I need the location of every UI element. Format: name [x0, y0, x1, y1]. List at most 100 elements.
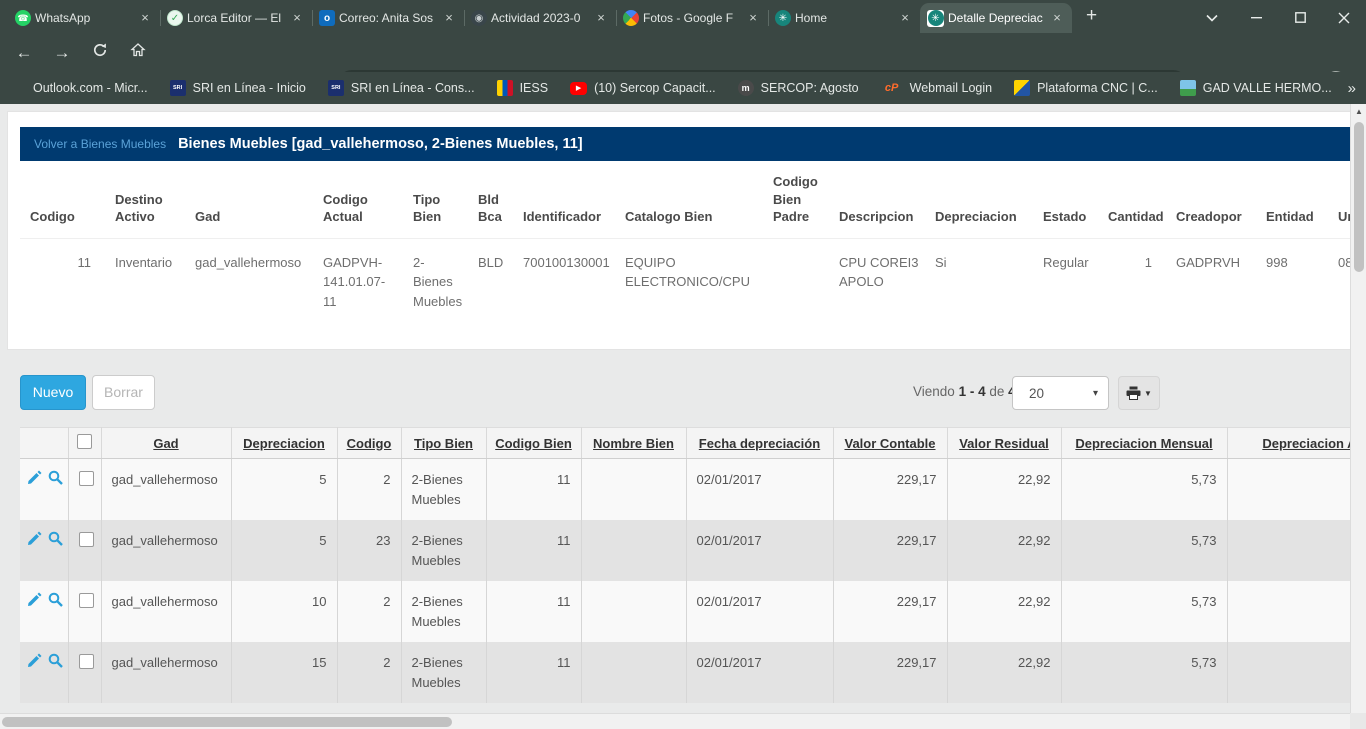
sort-link[interactable]: Valor Contable: [844, 436, 935, 451]
grid-row: gad_vallehermoso5232-Bienes Muebles1102/…: [20, 520, 1350, 581]
grid-cell: 11: [486, 459, 581, 521]
sort-link[interactable]: Depreciacion: [243, 436, 325, 451]
tab-label: Fotos - Google F: [643, 11, 741, 25]
row-checkbox[interactable]: [79, 593, 94, 608]
view-magnifier-icon[interactable]: [48, 592, 63, 607]
bookmark-sri-en-l-nea-cons-[interactable]: SRISRI en Línea - Cons...: [328, 80, 475, 96]
bookmark-webmail-login[interactable]: cPWebmail Login: [881, 80, 992, 96]
vertical-scrollbar[interactable]: ▲: [1350, 104, 1366, 713]
viewing-of: de: [989, 384, 1004, 399]
tab-actividad-2023-0[interactable]: ◉Actividad 2023-0×: [464, 3, 616, 33]
sort-link[interactable]: Depreciacion Mensual: [1075, 436, 1212, 451]
grid-cell: 5: [231, 459, 337, 521]
bookmark-plataforma-cnc-c-[interactable]: Plataforma CNC | C...: [1014, 80, 1158, 96]
tab-home[interactable]: ✳Home×: [768, 3, 920, 33]
master-column-header: Entidad: [1256, 165, 1328, 238]
horizontal-scrollbar-thumb[interactable]: [2, 717, 452, 727]
print-dropdown-button[interactable]: ▼: [1118, 376, 1160, 410]
tab-lorca-editor-el[interactable]: ✓Lorca Editor — El×: [160, 3, 312, 33]
select-all-checkbox[interactable]: [77, 434, 92, 449]
tab-close-icon[interactable]: ×: [137, 10, 153, 26]
grid-cell: 2: [337, 459, 401, 521]
grid-column-header: Depreciacion: [231, 428, 337, 459]
grid-cell: 11: [486, 581, 581, 642]
grid-cell: 02/01/2017: [686, 520, 833, 581]
back-to-bienes-muebles-link[interactable]: Volver a Bienes Muebles: [34, 137, 166, 151]
minimize-button[interactable]: [1234, 9, 1278, 24]
edit-pencil-icon[interactable]: [27, 470, 42, 485]
forward-button[interactable]: →: [50, 41, 74, 65]
tab-detalle-depreciac[interactable]: ✳Detalle Depreciac×: [920, 3, 1072, 33]
tab-search-chevron-icon[interactable]: [1190, 9, 1234, 24]
sort-link[interactable]: Nombre Bien: [593, 436, 674, 451]
vertical-scrollbar-thumb[interactable]: [1354, 122, 1364, 272]
tab-close-icon[interactable]: ×: [1049, 10, 1065, 26]
master-column-header: Estado: [1033, 165, 1098, 238]
bookmark--10-sercop-capacit-[interactable]: ▶(10) Sercop Capacit...: [570, 81, 716, 95]
bookmark-iess[interactable]: IESS: [497, 80, 549, 96]
tab-correo-anita-sos[interactable]: oCorreo: Anita Sos×: [312, 3, 464, 33]
grid-cell: 15: [231, 642, 337, 703]
grid-cell: 2: [337, 581, 401, 642]
tab-close-icon[interactable]: ×: [441, 10, 457, 26]
bookmark-sri-en-l-nea-inicio[interactable]: SRISRI en Línea - Inicio: [170, 80, 306, 96]
tab-whatsapp[interactable]: ☎WhatsApp×: [8, 3, 160, 33]
tab-close-icon[interactable]: ×: [745, 10, 761, 26]
tab-label: WhatsApp: [35, 11, 133, 25]
page-title: Bienes Muebles [gad_vallehermoso, 2-Bien…: [178, 136, 583, 152]
sort-link[interactable]: Depreciacion Acu: [1262, 436, 1350, 451]
master-column-header: Creadopor: [1166, 165, 1256, 238]
edit-pencil-icon[interactable]: [27, 653, 42, 668]
edit-pencil-icon[interactable]: [27, 531, 42, 546]
page-size-select[interactable]: 20 ▾: [1012, 376, 1109, 410]
row-checkbox[interactable]: [79, 532, 94, 547]
sort-link[interactable]: Codigo: [347, 436, 392, 451]
tab-close-icon[interactable]: ×: [593, 10, 609, 26]
view-magnifier-icon[interactable]: [48, 653, 63, 668]
viewing-prefix: Viendo: [913, 384, 955, 399]
grid-cell: 5,73: [1061, 581, 1227, 642]
sort-link[interactable]: Fecha depreciación: [699, 436, 820, 451]
borrar-button[interactable]: Borrar: [92, 375, 155, 410]
maximize-button[interactable]: [1278, 9, 1322, 24]
new-tab-button[interactable]: +: [1086, 5, 1097, 27]
tab-close-icon[interactable]: ×: [289, 10, 305, 26]
back-button[interactable]: ←: [12, 41, 36, 65]
outlook-favicon-icon: o: [319, 10, 335, 26]
bookmark-outlook-com-micr-[interactable]: Outlook.com - Micr...: [10, 80, 148, 96]
record-count-status: Viendo 1 - 4 de 4: [913, 384, 1016, 399]
bookmark-gad-valle-hermo-[interactable]: GAD VALLE HERMO...: [1180, 80, 1332, 96]
bookmark-sercop-agosto[interactable]: mSERCOP: Agosto: [738, 80, 859, 96]
grid-column-header: Depreciacion Acu: [1227, 428, 1350, 459]
grid-cell: [581, 642, 686, 703]
master-column-header: Gad: [185, 165, 313, 238]
edit-pencil-icon[interactable]: [27, 592, 42, 607]
grid-cell: [1227, 520, 1350, 581]
sort-link[interactable]: Gad: [153, 436, 178, 451]
reload-button[interactable]: [88, 41, 112, 65]
sort-link[interactable]: Tipo Bien: [414, 436, 473, 451]
sort-link[interactable]: Codigo Bien: [495, 436, 572, 451]
grid-column-header: Gad: [101, 428, 231, 459]
bookmark-label: Outlook.com - Micr...: [33, 81, 148, 95]
master-cell: 2-Bienes Muebles: [403, 238, 468, 319]
view-magnifier-icon[interactable]: [48, 531, 63, 546]
horizontal-scrollbar[interactable]: [0, 713, 1350, 729]
tab-close-icon[interactable]: ×: [897, 10, 913, 26]
grid-cell: 5,73: [1061, 642, 1227, 703]
row-checkbox[interactable]: [79, 654, 94, 669]
close-window-button[interactable]: [1322, 9, 1366, 24]
sort-link[interactable]: Valor Residual: [959, 436, 1049, 451]
page-header-bar: Volver a Bienes Muebles Bienes Muebles […: [20, 127, 1350, 161]
grid-cell: 02/01/2017: [686, 581, 833, 642]
nuevo-button[interactable]: Nuevo: [20, 375, 86, 410]
row-checkbox[interactable]: [79, 471, 94, 486]
master-cell: GADPVH-141.01.07-11: [313, 238, 403, 319]
grid-cell: 22,92: [947, 520, 1061, 581]
bookmarks-overflow-icon[interactable]: »: [1348, 80, 1356, 97]
scroll-up-icon[interactable]: ▲: [1351, 107, 1366, 116]
master-column-header: Bld Bca: [468, 165, 513, 238]
view-magnifier-icon[interactable]: [48, 470, 63, 485]
tab-fotos-google-f[interactable]: Fotos - Google F ×: [616, 3, 768, 33]
home-button[interactable]: [126, 41, 150, 65]
